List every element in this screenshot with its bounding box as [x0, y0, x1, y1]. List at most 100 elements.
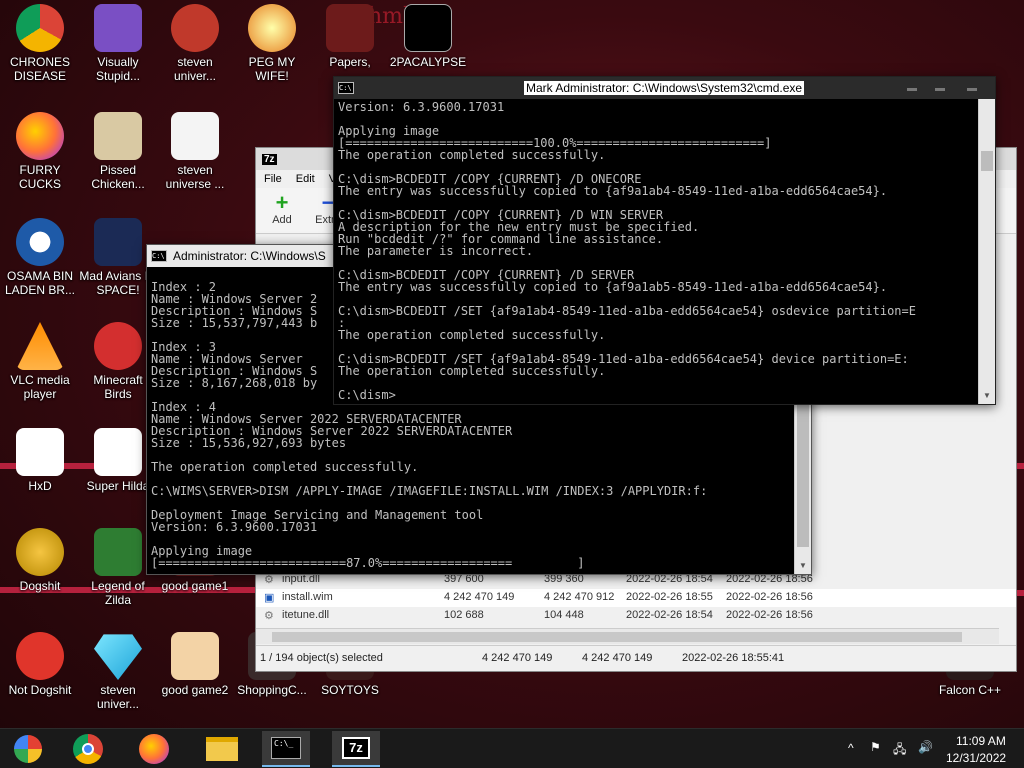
chrome-icon — [16, 4, 64, 52]
minimize-button[interactable]: ▬ — [907, 83, 917, 94]
taskbar: C:\_ 7z ^ ⚑ 🖧 🔊 11:09 AM 12/31/2022 — [0, 728, 1024, 768]
zelda-sprite-icon — [94, 528, 142, 576]
desktop-icon[interactable]: HxD — [0, 428, 80, 493]
desktop-icon-label: VLC media player — [10, 373, 70, 401]
taskbar-firefox[interactable] — [130, 731, 178, 767]
desktop-icon-label: HxD — [28, 479, 52, 493]
console-line: Size : 15,536,927,693 bytes — [151, 436, 347, 450]
taskbar-chrome[interactable] — [64, 731, 112, 767]
scroll-thumb[interactable] — [981, 151, 993, 171]
network-icon[interactable]: 🖧 — [893, 740, 906, 761]
taskbar-cmd[interactable]: C:\_ — [262, 731, 310, 767]
volume-icon[interactable]: 🔊 — [918, 740, 933, 754]
action-center-flag-icon[interactable]: ⚑ — [870, 740, 881, 754]
maximize-button[interactable]: ▬ — [935, 83, 945, 94]
desktop-icon-label: Legend of Zilda — [91, 579, 145, 607]
console-line: The operation completed successfully. — [151, 460, 419, 474]
papers-please-icon — [326, 4, 374, 52]
horizontal-scrollbar[interactable] — [256, 628, 999, 644]
desktop-icon[interactable]: Papers, — [310, 4, 390, 69]
menu-file[interactable]: File — [264, 173, 282, 185]
close-button[interactable]: ▬ — [967, 83, 977, 94]
7zip-statusbar: 1 / 194 object(s) selected 4 242 470 149… — [256, 645, 1016, 671]
clock-time[interactable]: 11:09 AM — [956, 734, 1006, 748]
desktop-icon[interactable]: FURRY CUCKS — [0, 112, 80, 191]
cmd-main-titlebar[interactable]: C:\ Mark Administrator: C:\Windows\Syste… — [334, 77, 995, 99]
clock-date[interactable]: 12/31/2022 — [946, 751, 1006, 765]
desktop-icon[interactable]: Dogshit — [0, 528, 80, 593]
start-button[interactable] — [4, 731, 52, 767]
dev-cpp-red-icon — [16, 632, 64, 680]
desktop-icon[interactable]: Visually Stupid... — [78, 4, 158, 83]
steven-universe-icon — [171, 4, 219, 52]
cmd-icon: C:\ — [338, 82, 354, 94]
taskbar-explorer[interactable] — [198, 731, 246, 767]
desktop-icon[interactable]: Not Dogshit — [0, 632, 80, 697]
file-packed: 4 242 470 912 — [544, 591, 615, 603]
cmd-main-output[interactable]: Version: 6.3.9600.17031 Applying image [=… — [334, 99, 978, 404]
desktop-icon[interactable]: OSAMA BIN LADEN BR... — [0, 218, 80, 297]
add-button[interactable]: + Add — [262, 188, 302, 233]
firefox-icon — [139, 734, 169, 764]
desktop-icon[interactable]: Pissed Chicken... — [78, 112, 158, 191]
desktop-icon-label: Not Dogshit — [8, 683, 72, 697]
file-row[interactable]: install.wim 4 242 470 149 4 242 470 912 202… — [256, 589, 1016, 607]
desktop-icon[interactable]: steven univer... — [155, 4, 235, 83]
file-icon: ⚙ — [264, 610, 274, 622]
hxd-icon — [16, 428, 64, 476]
angry-birds-icon — [94, 322, 142, 370]
add-icon: + — [275, 190, 289, 215]
status-size: 4 242 470 149 — [482, 652, 553, 664]
desktop-icon-label: good game2 — [161, 683, 229, 697]
desktop-icon-label: steven universe ... — [165, 163, 225, 191]
desktop-icon-label: OSAMA BIN LADEN BR... — [4, 269, 76, 297]
taskbar-7zip[interactable]: 7z — [332, 731, 380, 767]
scroll-thumb[interactable] — [797, 387, 809, 547]
console-line: Version: 6.3.9600.17031 — [151, 520, 318, 534]
desktop-icon[interactable]: PEG MY WIFE! — [232, 4, 312, 83]
desktop-icon-label: Dogshit — [19, 579, 61, 593]
menu-edit[interactable]: Edit — [296, 173, 315, 185]
cmd-icon: C:\ — [151, 250, 167, 262]
cmd-main-title: Mark Administrator: C:\Windows\System32\… — [524, 81, 805, 95]
visual-studio-icon — [94, 4, 142, 52]
file-name: install.wim — [282, 591, 333, 603]
console-line: The entry was successfully copied to {af… — [338, 280, 888, 294]
angry-birds-seasons-icon — [94, 112, 142, 160]
cmd-main-scrollbar[interactable]: ▼ — [978, 99, 995, 404]
desktop-icon-label: steven univer... — [96, 683, 140, 711]
desktop-icon-label: PEG MY WIFE! — [248, 55, 296, 83]
desktop-icon-label: Pissed Chicken... — [91, 163, 145, 191]
desktop-icon[interactable]: good game2 — [155, 632, 235, 697]
cmd-secondary-title: Administrator: C:\Windows\S — [173, 249, 326, 263]
desktop-icon[interactable]: 2PACALYPSE — [388, 4, 468, 69]
peggle-icon — [248, 4, 296, 52]
7zip-logo-icon: 7z — [262, 153, 277, 165]
scroll-down-arrow[interactable]: ▼ — [979, 388, 995, 404]
add-label: Add — [272, 214, 292, 226]
desktop-icon-label: 2PACALYPSE — [389, 55, 467, 69]
desktop-icon[interactable]: steven universe ... — [155, 112, 235, 191]
cmd-window-main[interactable]: C:\ Mark Administrator: C:\Windows\Syste… — [333, 76, 996, 405]
console-line: C:\dism>BCDEDIT /SET {af9a1ab4-8549-11ed… — [338, 304, 916, 318]
desktop-icon[interactable]: steven univer... — [78, 632, 158, 711]
firefox-icon — [16, 112, 64, 160]
console-line: The operation completed successfully. — [338, 328, 606, 342]
file-name: itetune.dll — [282, 609, 330, 621]
diamond-icon — [94, 634, 142, 680]
file-row[interactable]: itetune.dll 102 688 104 448 2022-02-26 18:5… — [256, 607, 1016, 625]
7zip-icon: 7z — [342, 737, 370, 759]
tray-chevron-icon[interactable]: ^ — [848, 741, 854, 755]
console-line: Version: 6.3.9600.17031 — [338, 100, 505, 114]
desktop-icon[interactable]: CHRONES DISEASE — [0, 4, 80, 83]
scroll-down-arrow[interactable]: ▼ — [795, 558, 811, 574]
desktop-icon-label: Visually Stupid... — [95, 55, 141, 83]
vlc-icon — [16, 322, 64, 370]
desktop-icon[interactable]: VLC media player — [0, 322, 80, 401]
explorer-icon — [206, 737, 238, 761]
dev-cpp-icon — [16, 528, 64, 576]
desktop-icon-label: SOYTOYS — [321, 683, 379, 697]
console-line: [==========================87.0%========… — [151, 556, 585, 570]
scroll-thumb[interactable] — [272, 632, 962, 642]
